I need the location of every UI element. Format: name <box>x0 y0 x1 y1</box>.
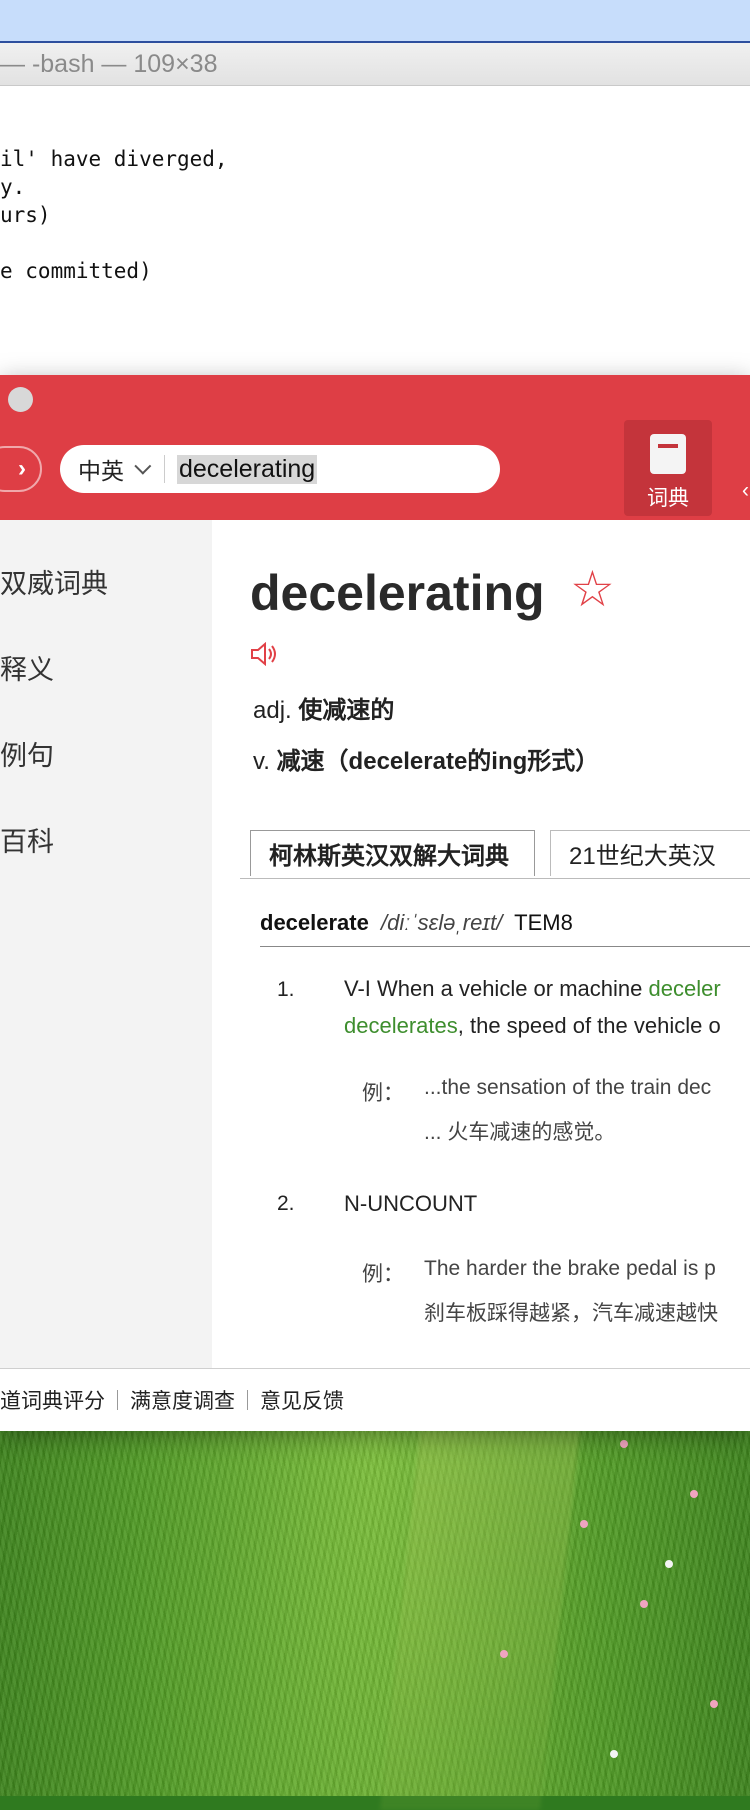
tabs-underline <box>240 878 750 879</box>
wallpaper-flower <box>640 1600 648 1608</box>
dictionary-window[interactable]: › 中英 decelerating 词典 ‹ 双威词典 释义 例句 百科 dec… <box>0 375 750 1431</box>
headword: decelerate <box>260 910 369 935</box>
footer-link-feedback[interactable]: 意见反馈 <box>260 1385 344 1415</box>
definition-meaning: 减速（decelerate的ing形式） <box>276 748 600 775</box>
sense-number: 2. <box>277 1192 295 1215</box>
desktop-top-strip <box>0 0 750 43</box>
tab-21st-century[interactable]: 21世纪大英汉 <box>550 830 750 876</box>
sense-text: N-UNCOUNT <box>344 1185 477 1222</box>
footer-separator <box>247 1390 248 1410</box>
example-label: 例： <box>362 1263 404 1286</box>
footer-separator <box>117 1390 118 1410</box>
footer-link-survey[interactable]: 满意度调查 <box>130 1385 235 1415</box>
speaker-icon[interactable] <box>250 641 280 671</box>
grammar-code: V-I <box>344 976 371 1001</box>
terminal-line: urs) <box>0 203 51 227</box>
example-chinese: 刹车板踩得越紧，汽车减速越快 <box>424 1302 718 1325</box>
search-box[interactable]: 中英 decelerating <box>60 445 500 493</box>
level-tag: TEM8 <box>514 910 573 935</box>
example-chinese: ... 火车减速的感觉。 <box>424 1121 616 1144</box>
entry-content: decelerating ☆ adj. 使减速的 v. 减速（decelerat… <box>212 520 750 1368</box>
sense-definition: When a vehicle or machine <box>377 976 643 1001</box>
entry-word: decelerating <box>250 565 545 621</box>
sidebar-item-dictionary[interactable]: 双威词典 <box>0 562 108 601</box>
wallpaper-flower <box>620 1440 628 1448</box>
wallpaper-flower <box>690 1490 698 1498</box>
terminal-line: y. <box>0 175 26 199</box>
terminal-window[interactable]: — -bash — 109×38 il' have diverged, y. u… <box>0 43 750 375</box>
example-english: The harder the brake pedal is p <box>424 1257 716 1280</box>
part-of-speech: adj. <box>253 697 292 724</box>
forward-button[interactable]: › <box>0 446 42 492</box>
book-icon <box>650 434 686 474</box>
wallpaper-flower <box>500 1650 508 1658</box>
window-control-dot[interactable] <box>8 387 33 412</box>
dictionary-header: › 中英 decelerating 词典 ‹ <box>0 375 750 520</box>
footer-link-rating[interactable]: 道词典评分 <box>0 1385 105 1415</box>
sidebar-item-examples[interactable]: 例句 <box>0 734 54 773</box>
entry-divider <box>260 946 750 947</box>
tab-next-partial[interactable]: ‹ <box>742 479 749 503</box>
wallpaper-flower <box>710 1700 718 1708</box>
definition-meaning: 使减速的 <box>298 697 395 724</box>
sidebar: 双威词典 释义 例句 百科 <box>0 520 212 1368</box>
terminal-titlebar[interactable]: — -bash — 109×38 <box>0 43 750 86</box>
dictionary-footer: 道词典评分 满意度调查 意见反馈 <box>0 1368 750 1431</box>
wallpaper-grass-path <box>380 1430 580 1810</box>
terminal-line: il' have diverged, <box>0 147 228 171</box>
sidebar-item-definitions[interactable]: 释义 <box>0 648 54 687</box>
wallpaper-flower <box>580 1520 588 1528</box>
tab-dictionary-label: 词典 <box>647 487 689 510</box>
example-label: 例： <box>362 1082 404 1105</box>
definition-line: adj. 使减速的 <box>253 690 394 725</box>
entry-headword-line: decelerate /diːˈsɛləˌreɪt/ TEM8 <box>260 910 573 936</box>
phonetic: /diːˈsɛləˌreɪt/ <box>380 910 503 935</box>
sidebar-item-encyclopedia[interactable]: 百科 <box>0 820 54 859</box>
grammar-code: N-UNCOUNT <box>344 1191 478 1216</box>
example-english: ...the sensation of the train dec <box>424 1076 712 1099</box>
terminal-line: e committed) <box>0 259 152 283</box>
search-input[interactable]: decelerating <box>177 454 318 484</box>
chevron-down-icon <box>134 457 152 475</box>
chevron-right-icon: › <box>18 455 26 482</box>
wallpaper-flower <box>665 1560 673 1568</box>
tab-collins[interactable]: 柯林斯英汉双解大词典 <box>250 830 535 876</box>
terminal-title: — -bash — 109×38 <box>0 49 218 78</box>
part-of-speech: v. <box>253 748 270 775</box>
keyword-link[interactable]: decelerates <box>344 1013 458 1038</box>
tab-dictionary[interactable]: 词典 <box>624 420 712 516</box>
sense-text: V-I When a vehicle or machine deceler <box>344 970 721 1007</box>
language-select-value: 中英 <box>78 458 124 484</box>
definition-line: v. 减速（decelerate的ing形式） <box>253 741 599 776</box>
sense-definition: , the speed of the vehicle o <box>457 1013 721 1038</box>
wallpaper-flower <box>610 1750 618 1758</box>
language-select[interactable]: 中英 <box>78 452 152 486</box>
search-divider <box>164 455 165 483</box>
keyword-link[interactable]: deceler <box>649 976 721 1001</box>
sense-number: 1. <box>277 978 295 1001</box>
sense-text-cont: decelerates, the speed of the vehicle o <box>344 1007 721 1044</box>
star-icon[interactable]: ☆ <box>570 560 615 618</box>
